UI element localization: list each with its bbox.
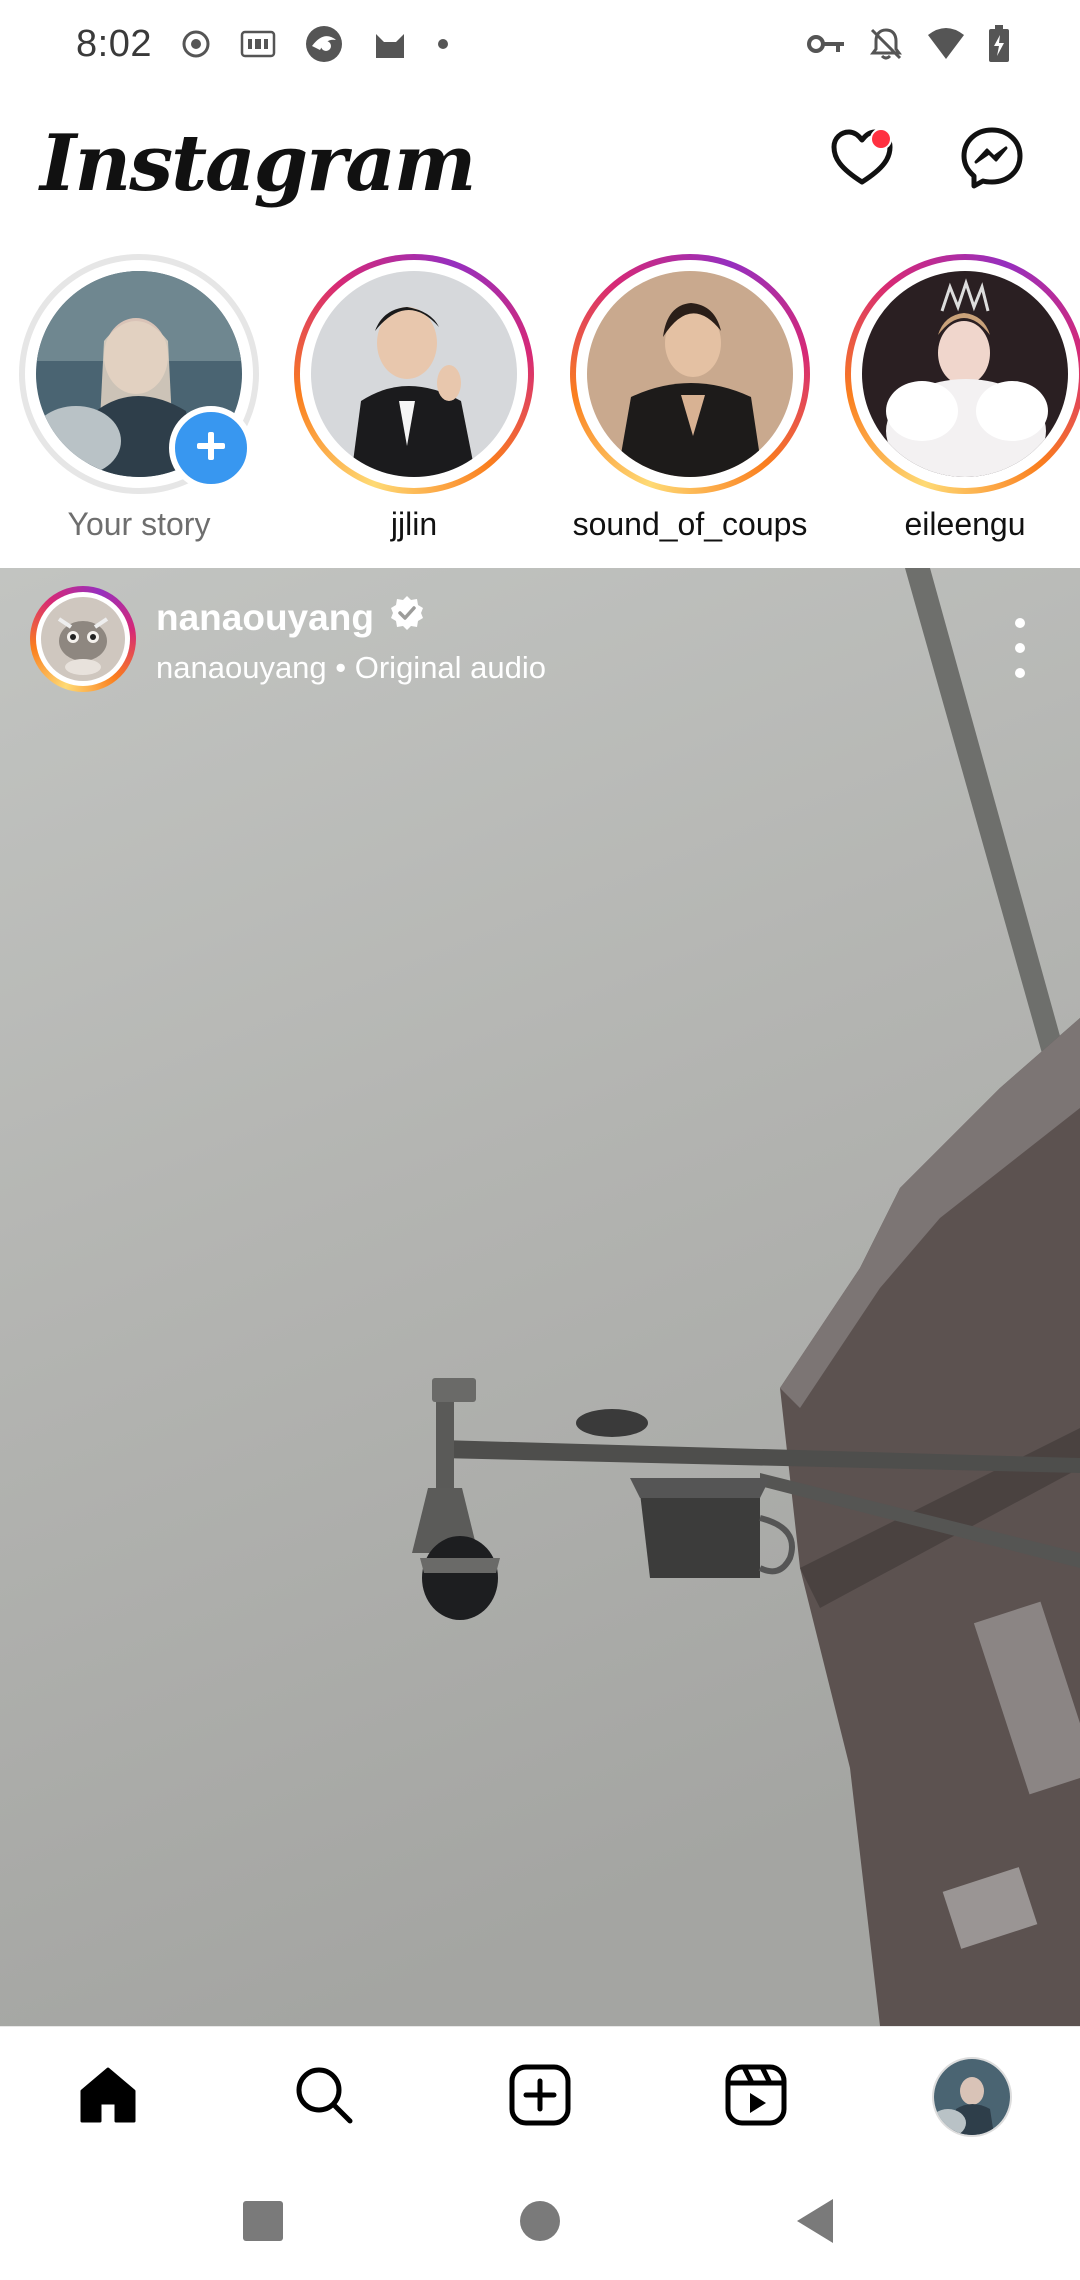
recents-button[interactable]	[228, 2188, 298, 2258]
story-label: Your story	[67, 506, 211, 542]
author-avatar-image	[41, 597, 125, 681]
add-story-button[interactable]	[169, 406, 253, 490]
story-avatar	[311, 271, 517, 477]
more-dot	[1015, 643, 1025, 653]
record-icon	[180, 28, 212, 60]
story-your-story[interactable]: Your story	[14, 254, 264, 554]
nav-home[interactable]	[68, 2057, 148, 2137]
post-header: nanaouyang nanaouyang • Original audio	[0, 568, 1080, 708]
post-more-options-button[interactable]	[1000, 618, 1040, 678]
search-icon	[292, 2063, 356, 2132]
top-bar: Instagram	[0, 100, 1080, 220]
story-ring	[570, 254, 810, 494]
nav-reels[interactable]	[716, 2057, 796, 2137]
messenger-icon	[960, 126, 1024, 195]
status-right	[806, 25, 1010, 63]
status-left: 8:02	[76, 23, 450, 66]
story-label: eileengu	[904, 506, 1026, 542]
status-time: 8:02	[76, 22, 152, 65]
back-triangle-icon	[793, 2197, 837, 2250]
bottom-navigation	[0, 2026, 1080, 2167]
notifications-off-icon	[868, 26, 904, 62]
vpn-key-icon	[806, 30, 846, 58]
status-bar: 8:02	[0, 0, 1080, 88]
nav-profile[interactable]	[932, 2057, 1012, 2137]
verified-badge-icon	[388, 594, 426, 641]
iqiyi-icon	[240, 29, 276, 59]
post-video[interactable]	[0, 568, 1080, 2026]
notification-dot	[870, 128, 892, 150]
activity-button[interactable]	[826, 124, 898, 196]
browser-app-icon	[304, 24, 344, 64]
story-avatar	[862, 271, 1068, 477]
story-label: sound_of_coups	[572, 506, 808, 542]
more-dot	[1015, 618, 1025, 628]
story-sound-of-coups[interactable]: sound_of_coups	[565, 254, 815, 554]
story-ring	[19, 254, 259, 494]
reels-icon	[724, 2063, 788, 2132]
messenger-button[interactable]	[956, 124, 1028, 196]
home-button[interactable]	[505, 2188, 575, 2258]
stories-tray[interactable]: Your story jjlin sound_of_coups eileengu	[0, 250, 1080, 560]
story-ring	[845, 254, 1080, 494]
story-avatar	[587, 271, 793, 477]
battery-charging-icon	[988, 25, 1010, 63]
post-audio-subtitle[interactable]: nanaouyang • Original audio	[156, 650, 546, 686]
wifi-icon	[926, 27, 966, 61]
square-icon	[241, 2199, 285, 2248]
story-eileengu[interactable]: eileengu	[840, 254, 1080, 554]
nav-search[interactable]	[284, 2057, 364, 2137]
circle-icon	[518, 2199, 562, 2248]
story-ring	[294, 254, 534, 494]
more-dot	[1015, 668, 1025, 678]
story-jjlin[interactable]: jjlin	[289, 254, 539, 554]
post-video-frame	[0, 568, 1080, 2026]
cat-app-icon	[372, 26, 408, 62]
story-label: jjlin	[390, 506, 438, 542]
home-icon	[76, 2063, 140, 2132]
instagram-logo[interactable]: Instagram	[40, 118, 476, 209]
dot-icon	[436, 37, 450, 51]
top-actions	[826, 124, 1028, 196]
system-navigation	[0, 2166, 1080, 2280]
plus-icon	[195, 430, 227, 467]
nav-create[interactable]	[500, 2057, 580, 2137]
profile-avatar	[932, 2057, 1012, 2137]
post-author[interactable]: nanaouyang	[156, 594, 426, 641]
back-button[interactable]	[780, 2188, 850, 2258]
create-icon	[508, 2063, 572, 2132]
post-username[interactable]: nanaouyang	[156, 597, 374, 639]
post-author-avatar[interactable]	[30, 586, 136, 692]
